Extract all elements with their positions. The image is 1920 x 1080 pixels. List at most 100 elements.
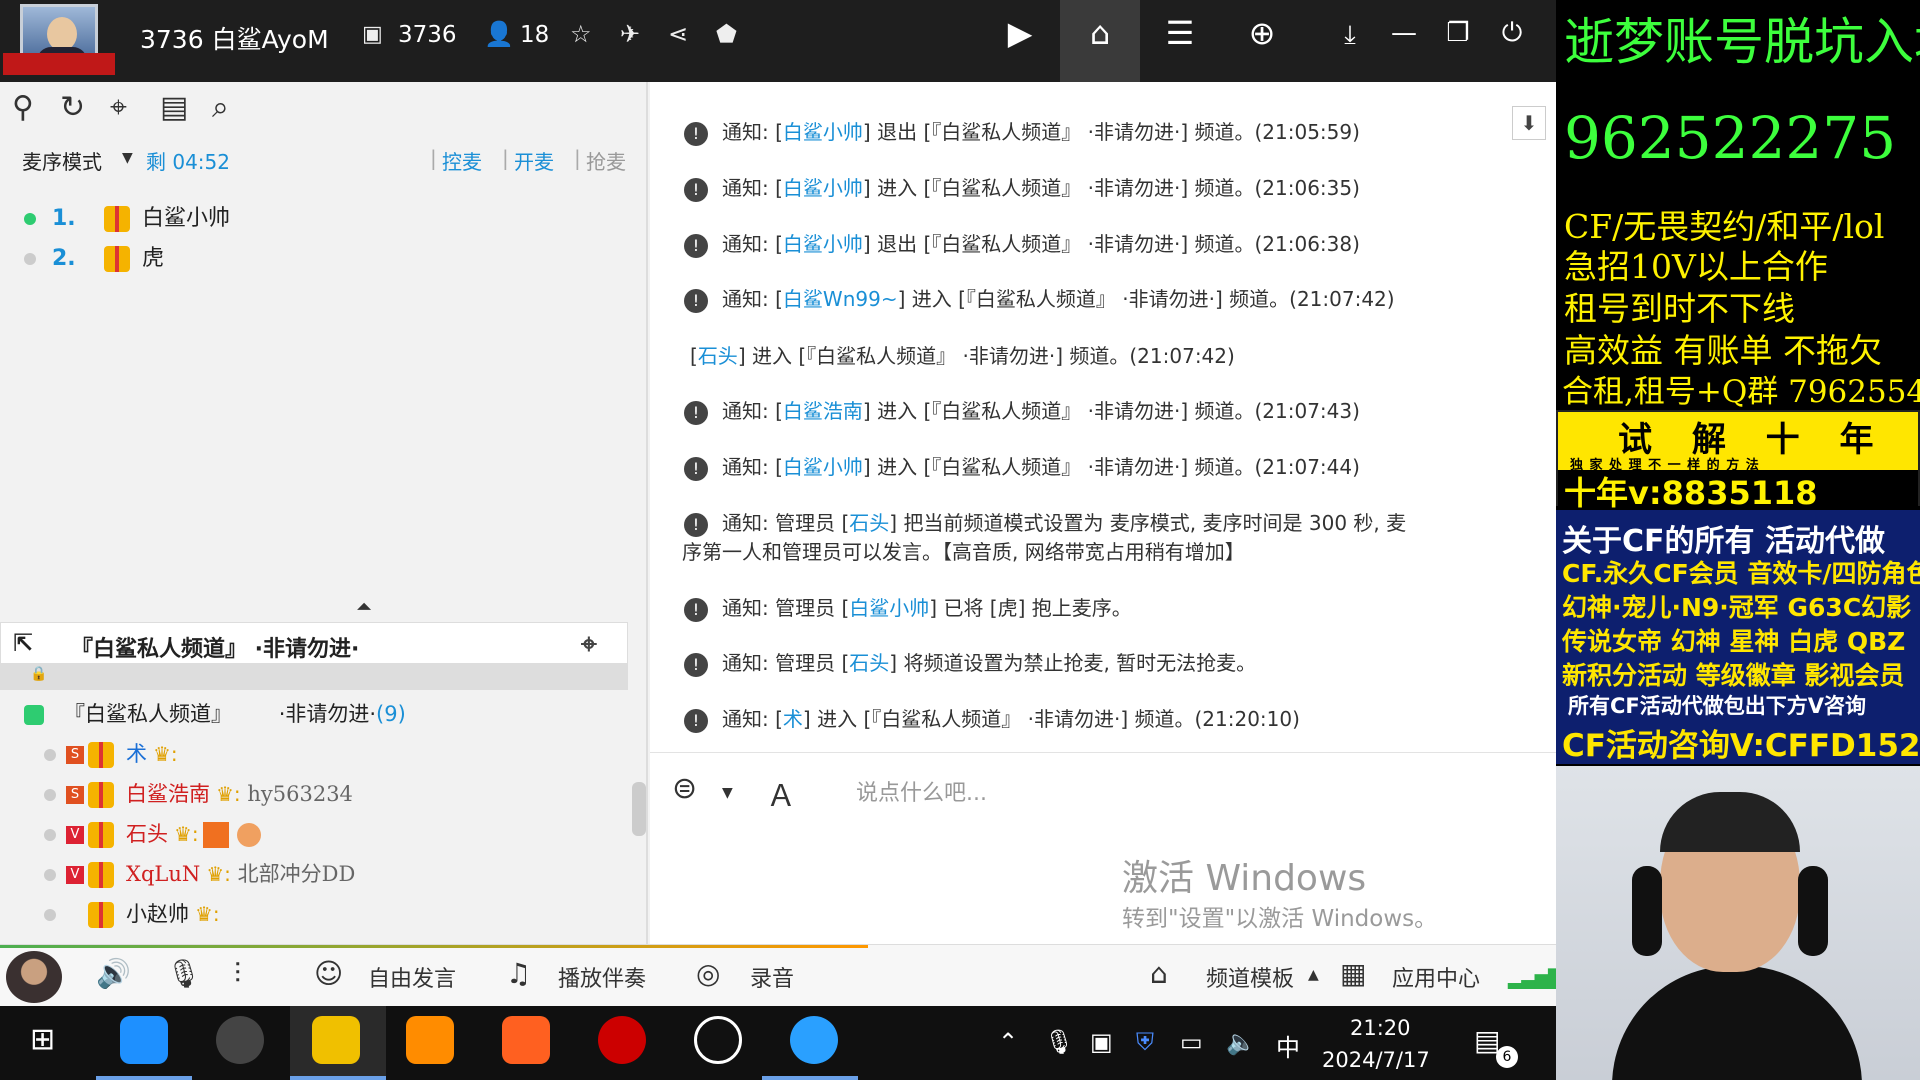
- member-row[interactable]: V XqLuN ♛: 北部冲分DD: [44, 858, 355, 890]
- browser-icon[interactable]: [790, 1016, 838, 1064]
- record-icon[interactable]: ◎: [696, 957, 720, 990]
- exit-channel-icon[interactable]: ⇱: [13, 629, 33, 657]
- grab-mic-link[interactable]: 抢麦: [586, 146, 626, 175]
- divider: |: [502, 146, 509, 170]
- app-grid-icon[interactable]: ▦: [1340, 957, 1366, 990]
- game-emoji-icon[interactable]: ⊜: [672, 771, 697, 806]
- star-icon[interactable]: ☆: [570, 20, 592, 48]
- equalizer-icon[interactable]: ⫶: [234, 957, 241, 991]
- user-link[interactable]: 白鲨浩南: [783, 399, 863, 423]
- home-icon[interactable]: ⌂: [1072, 14, 1128, 52]
- location-icon[interactable]: ⌖: [110, 90, 127, 125]
- clock-date[interactable]: 2024/7/17: [1322, 1048, 1430, 1072]
- member-name: 术: [126, 742, 147, 766]
- user-link[interactable]: 白鲨小帅: [783, 455, 863, 479]
- mic-queue-item[interactable]: 2. 虎: [24, 240, 164, 276]
- message-input[interactable]: 说点什么吧...: [856, 775, 987, 807]
- search-icon[interactable]: ⌕: [212, 90, 229, 125]
- refresh-user-icon[interactable]: ↻: [60, 90, 85, 125]
- font-style-icon[interactable]: Ａ: [766, 771, 796, 815]
- video-icon[interactable]: ▶: [992, 14, 1048, 52]
- tray-shield-icon[interactable]: ⛨: [1136, 1028, 1154, 1056]
- power-icon[interactable]: ⏻: [1484, 18, 1540, 49]
- tray-record-icon[interactable]: ▣: [1090, 1028, 1113, 1056]
- music-note-icon[interactable]: ♫: [506, 957, 531, 990]
- g-app-icon[interactable]: [406, 1016, 454, 1064]
- online-count: 18: [520, 22, 550, 48]
- subchannel-row[interactable]: 『白鲨私人频道』 ·非请勿进·(9): [24, 698, 406, 728]
- play-music-button[interactable]: 播放伴奏: [558, 961, 646, 993]
- chat-log: ⬇ ! 通知: [白鲨小帅] 退出 [『白鲨私人频道』 ·非请勿进·] 频道。(2…: [650, 82, 1556, 752]
- windows-taskbar: ⊞ ⌃ 🎙 ▣ ⛨ ▭ 🔈 中 21:20 2024/7/17 ▤ 6: [0, 1006, 1556, 1080]
- message-input-area[interactable]: ⊜ ▼ Ａ 说点什么吧... 激活 Windows 转到"设置"以激活 Wind…: [650, 752, 1556, 944]
- user-link[interactable]: 石头: [849, 651, 889, 675]
- g-hub-icon[interactable]: [694, 1016, 742, 1064]
- download-icon[interactable]: ⤓: [1322, 20, 1378, 51]
- scroll-to-bottom-button[interactable]: ⬇: [1512, 106, 1546, 140]
- gift-icon: [88, 862, 114, 888]
- channel-avatar[interactable]: [3, 4, 115, 75]
- free-speak-button[interactable]: 自由发言: [368, 961, 456, 993]
- user-link[interactable]: 石头: [849, 511, 889, 535]
- chevron-up-icon[interactable]: ▲: [1308, 967, 1319, 983]
- user-link[interactable]: 白鲨小帅: [783, 176, 863, 200]
- obs-icon[interactable]: [216, 1016, 264, 1064]
- kugou-icon[interactable]: [120, 1016, 168, 1064]
- user-avatar[interactable]: [6, 951, 62, 1003]
- queue-name: 白鲨小帅: [142, 206, 231, 231]
- mic-queue-item[interactable]: 1. 白鲨小帅: [24, 200, 230, 236]
- member-row[interactable]: S 术 ♛:: [44, 738, 178, 770]
- expand-up-icon[interactable]: ⏶: [356, 594, 372, 618]
- tray-chevron-up-icon[interactable]: ⌃: [998, 1028, 1018, 1056]
- tray-mic-icon[interactable]: 🎙: [1044, 1028, 1074, 1056]
- plane-icon[interactable]: ✈: [620, 20, 640, 48]
- user-link[interactable]: 白鲨小帅: [783, 120, 863, 144]
- member-signature: hy563234: [247, 782, 353, 806]
- ime-indicator[interactable]: 中: [1276, 1028, 1300, 1063]
- microphone-icon[interactable]: 🎙: [166, 957, 202, 990]
- minimize-icon[interactable]: —: [1376, 18, 1432, 48]
- channel-template-button[interactable]: 频道模板: [1206, 961, 1294, 993]
- user-link[interactable]: 术: [783, 707, 803, 731]
- bottom-toolbar: 🔊 🎙 ⫶ ☺ 自由发言 ♫ 播放伴奏 ◎ 录音 ⌂ 频道模板 ▲ ▦ 应用中心…: [0, 944, 1556, 1006]
- ad-blue-line: 所有CF活动代做包出下方V咨询: [1568, 694, 1867, 718]
- member-row[interactable]: S 白鲨浩南 ♛: hy563234: [44, 778, 353, 810]
- ad-group-number: 962522275: [1564, 104, 1897, 172]
- app-center-button[interactable]: 应用中心: [1392, 961, 1480, 993]
- member-row[interactable]: V 石头 ♛:: [44, 818, 261, 850]
- smile-icon[interactable]: ☺: [314, 957, 343, 990]
- share-icon[interactable]: ⋖: [668, 20, 688, 48]
- record-button[interactable]: 录音: [750, 961, 794, 993]
- tray-network-icon[interactable]: ▭: [1180, 1028, 1203, 1056]
- report-icon[interactable]: ⬟: [716, 20, 737, 48]
- member-row[interactable]: 小赵帅 ♛:: [44, 898, 220, 930]
- chevron-down-icon[interactable]: ▼: [722, 785, 733, 801]
- speaker-icon[interactable]: 🔊: [96, 957, 131, 990]
- control-mic-link[interactable]: 控麦: [442, 146, 482, 175]
- notes-icon[interactable]: ▤: [160, 90, 188, 125]
- level-badge-icon: S: [66, 746, 84, 764]
- chevron-down-icon[interactable]: ▼: [122, 150, 133, 166]
- mic-mode-dropdown[interactable]: 麦序模式: [22, 146, 102, 175]
- user-link[interactable]: 白鲨小帅: [849, 596, 929, 620]
- person-icon[interactable]: ⚲: [12, 90, 34, 125]
- bird-app-icon[interactable]: [502, 1016, 550, 1064]
- member-scrollbar[interactable]: [632, 782, 646, 836]
- channel-header[interactable]: ⇱ 『白鲨私人频道』 ·非请勿进· ⌖: [0, 622, 628, 664]
- user-link[interactable]: 白鲨小帅: [783, 232, 863, 256]
- windows-start-icon[interactable]: ⊞: [30, 1022, 55, 1057]
- open-mic-link[interactable]: 开麦: [514, 146, 554, 175]
- tray-volume-icon[interactable]: 🔈: [1226, 1028, 1256, 1056]
- info-icon: !: [684, 456, 708, 481]
- gamepad-icon[interactable]: ⊕: [1234, 14, 1290, 52]
- yy-voice-icon[interactable]: [312, 1016, 360, 1064]
- channel-id: 3736: [398, 22, 457, 48]
- list-icon[interactable]: ☰: [1152, 14, 1208, 52]
- crossfire-icon[interactable]: [598, 1016, 646, 1064]
- user-link[interactable]: 白鲨Wn99~: [783, 287, 898, 311]
- location-pin-icon[interactable]: ⌖: [581, 627, 597, 661]
- clock-time[interactable]: 21:20: [1350, 1016, 1411, 1040]
- user-link[interactable]: 石头: [698, 344, 738, 368]
- channel-template-icon[interactable]: ⌂: [1150, 957, 1168, 990]
- restore-icon[interactable]: ❐: [1430, 18, 1486, 48]
